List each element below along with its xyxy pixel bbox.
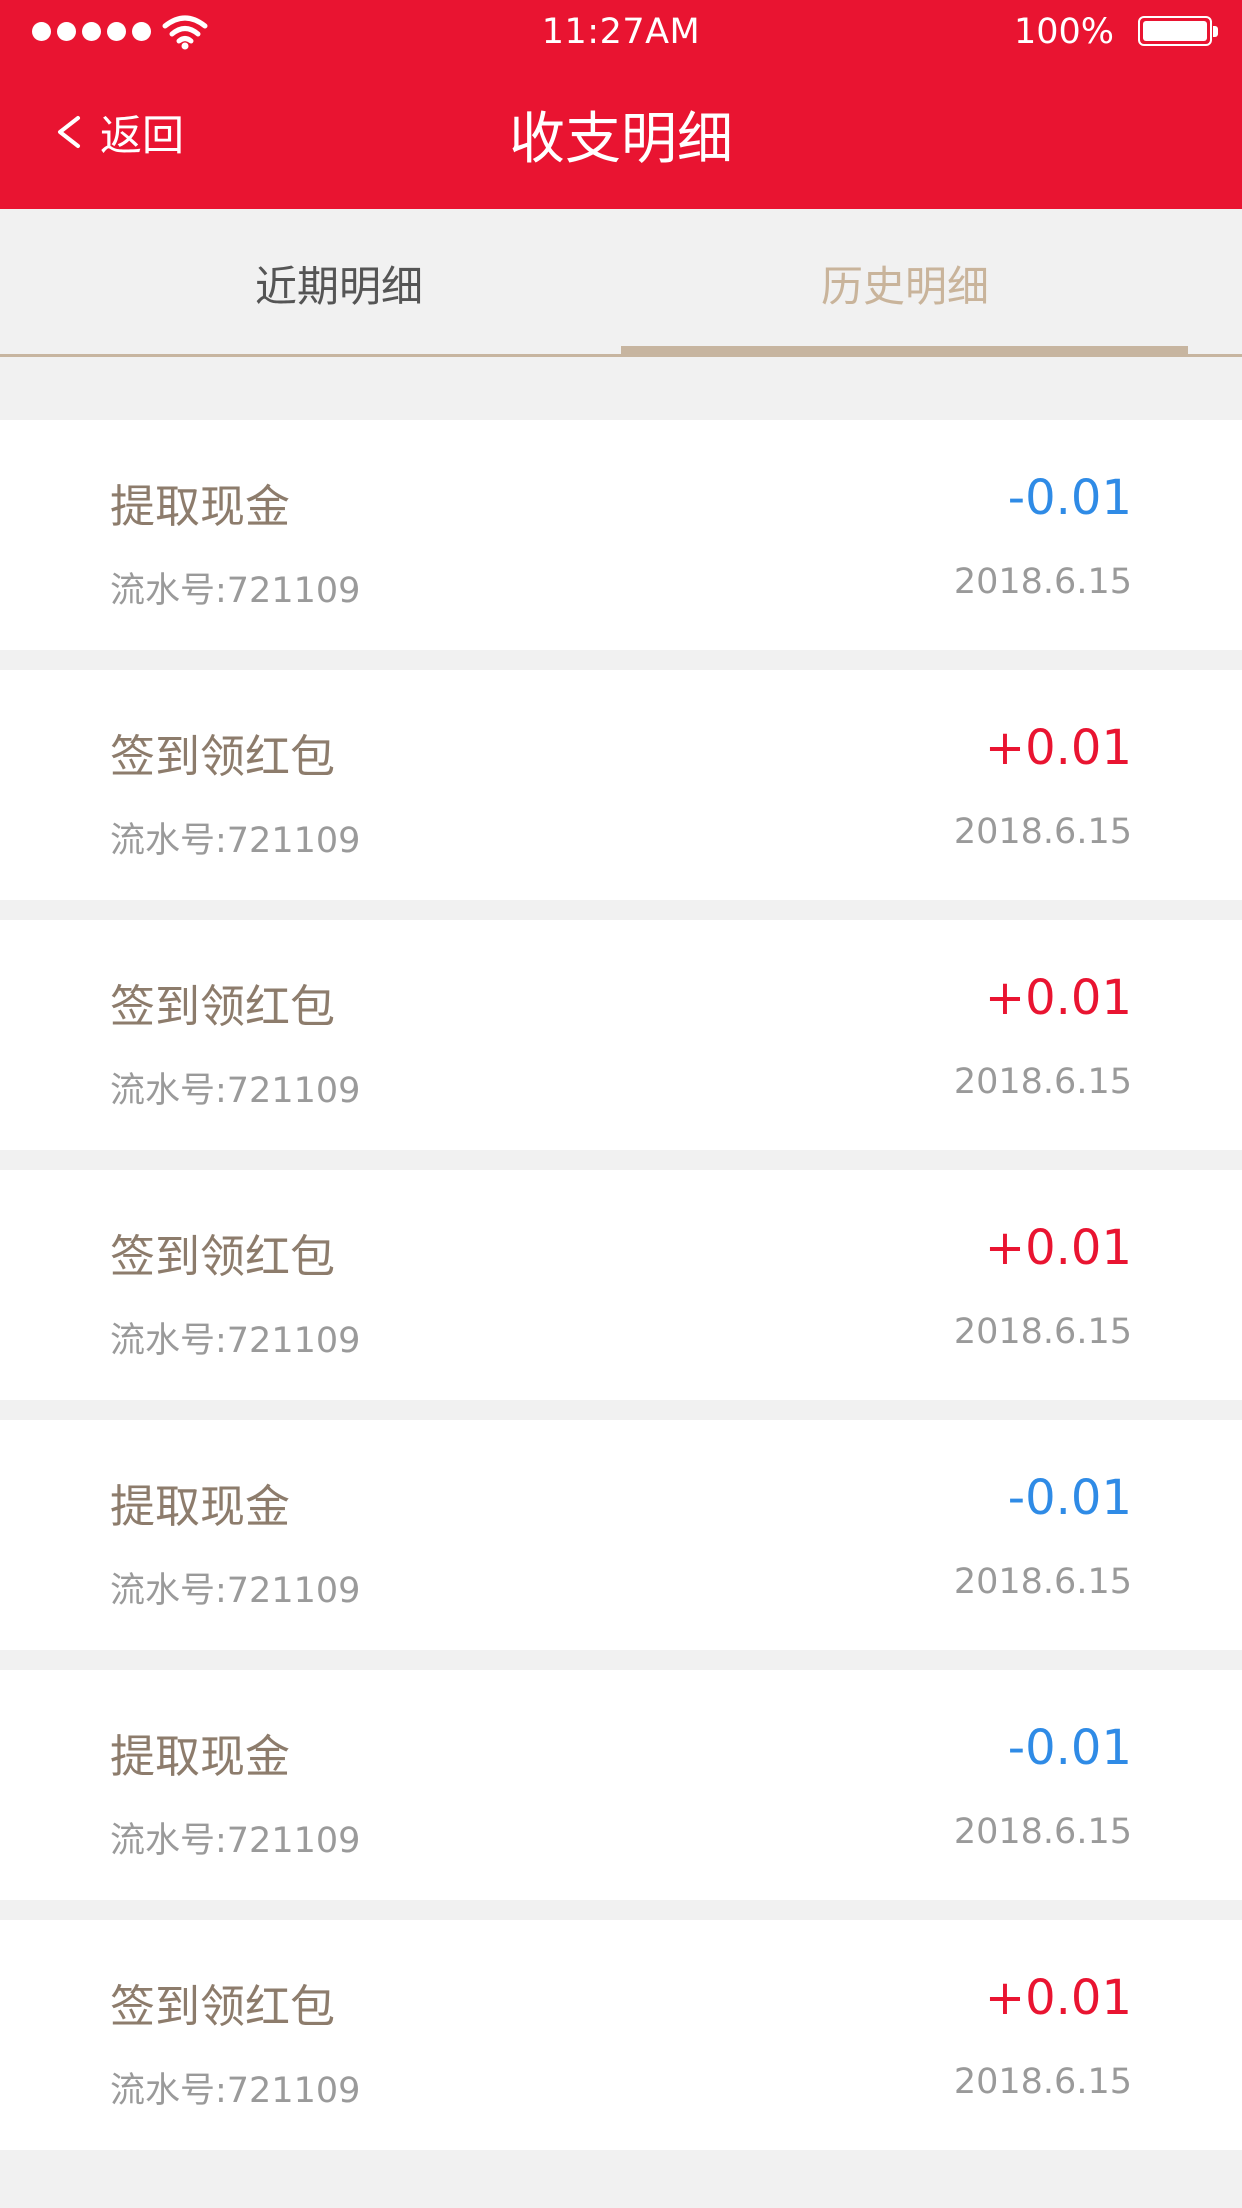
- transaction-serial: 流水号:721109: [110, 821, 361, 861]
- transaction-date: 2018.6.15: [953, 2062, 1132, 2102]
- transaction-title: 提取现金: [110, 480, 291, 533]
- transaction-list: 提取现金 流水号:721109 -0.01 2018.6.15 签到领红包 流水…: [0, 420, 1242, 2170]
- transaction-serial: 流水号:721109: [110, 1821, 361, 1861]
- transaction-amount: +0.01: [984, 1970, 1132, 2026]
- app-header: 11:27AM 100% 返回 收支明细: [0, 0, 1242, 209]
- battery-icon: [1138, 16, 1218, 46]
- tab-recent[interactable]: 近期明细: [0, 209, 621, 357]
- transaction-title: 提取现金: [110, 1730, 291, 1783]
- transaction-row[interactable]: 提取现金 流水号:721109 -0.01 2018.6.15: [0, 1670, 1242, 1900]
- transaction-title: 提取现金: [110, 1480, 291, 1533]
- transaction-amount: +0.01: [984, 970, 1132, 1026]
- battery-percentage: 100%: [1013, 12, 1114, 52]
- transaction-amount: -0.01: [1007, 1720, 1132, 1776]
- transaction-title: 签到领红包: [110, 1980, 336, 2033]
- transaction-serial: 流水号:721109: [110, 571, 361, 611]
- status-bar: 11:27AM 100%: [0, 0, 1242, 66]
- transaction-title: 签到领红包: [110, 730, 336, 783]
- transaction-amount: +0.01: [984, 720, 1132, 776]
- transaction-title: 签到领红包: [110, 980, 336, 1033]
- transaction-date: 2018.6.15: [953, 1312, 1132, 1352]
- transaction-row[interactable]: 签到领红包 流水号:721109 +0.01 2018.6.15: [0, 920, 1242, 1150]
- transaction-row[interactable]: 提取现金 流水号:721109 -0.01 2018.6.15: [0, 420, 1242, 650]
- transaction-date: 2018.6.15: [953, 812, 1132, 852]
- active-tab-indicator: [621, 346, 1188, 357]
- transaction-title: 签到领红包: [110, 1230, 336, 1283]
- page-title: 收支明细: [509, 107, 733, 172]
- transaction-row[interactable]: 签到领红包 流水号:721109 +0.01 2018.6.15: [0, 1920, 1242, 2150]
- transaction-date: 2018.6.15: [953, 1562, 1132, 1602]
- transaction-row[interactable]: 提取现金 流水号:721109 -0.01 2018.6.15: [0, 1420, 1242, 1650]
- transaction-serial: 流水号:721109: [110, 2071, 361, 2111]
- transaction-row[interactable]: 签到领红包 流水号:721109 +0.01 2018.6.15: [0, 1170, 1242, 1400]
- transaction-row[interactable]: 签到领红包 流水号:721109 +0.01 2018.6.15: [0, 670, 1242, 900]
- transaction-date: 2018.6.15: [953, 562, 1132, 602]
- transaction-amount: -0.01: [1007, 1470, 1132, 1526]
- tab-history[interactable]: 历史明细: [621, 209, 1242, 357]
- transaction-serial: 流水号:721109: [110, 1071, 361, 1111]
- transaction-serial: 流水号:721109: [110, 1321, 361, 1361]
- transaction-amount: +0.01: [984, 1220, 1132, 1276]
- transaction-serial: 流水号:721109: [110, 1571, 361, 1611]
- transaction-date: 2018.6.15: [953, 1062, 1132, 1102]
- transaction-date: 2018.6.15: [953, 1812, 1132, 1852]
- tab-bar: 近期明细 历史明细: [0, 209, 1242, 357]
- transaction-amount: -0.01: [1007, 470, 1132, 526]
